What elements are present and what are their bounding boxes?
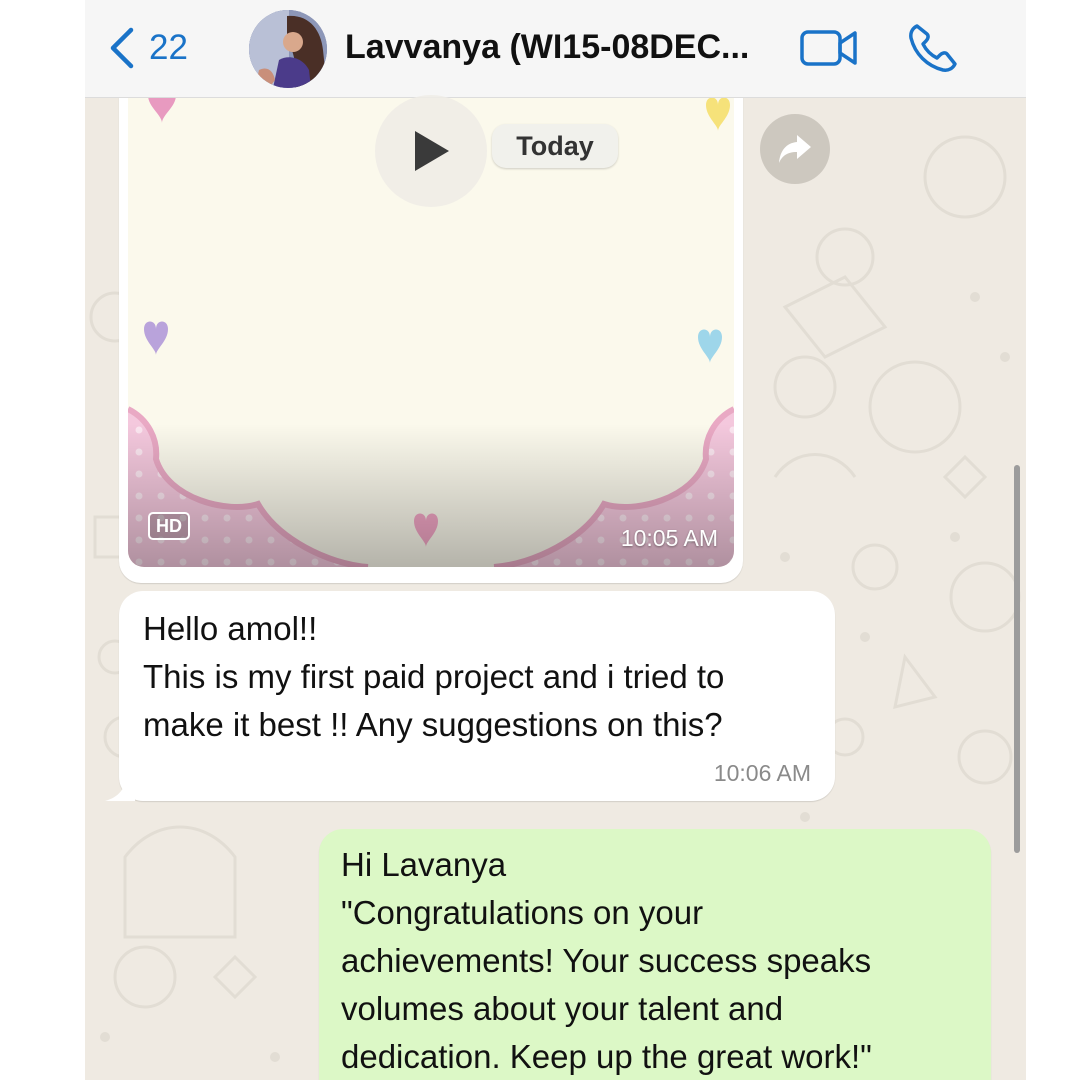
unread-count: 22 xyxy=(149,28,188,67)
contact-name[interactable]: Lavvanya (WI15-08DEC... xyxy=(345,28,749,67)
chat-area[interactable]: HD 10:05 AM Today Hello amol!! This is m… xyxy=(85,89,1026,1080)
forward-button[interactable] xyxy=(760,114,830,184)
play-icon xyxy=(415,131,449,171)
forward-icon xyxy=(779,135,811,163)
media-timestamp: 10:05 AM xyxy=(620,525,718,551)
contact-photo xyxy=(249,10,327,88)
message-text: Hello amol!! This is my first paid proje… xyxy=(143,610,725,743)
scrollbar[interactable] xyxy=(1014,465,1020,853)
bubble-tail xyxy=(105,775,135,801)
incoming-message[interactable]: Hello amol!! This is my first paid proje… xyxy=(105,591,835,801)
chevron-left-icon xyxy=(110,27,134,69)
play-button[interactable] xyxy=(375,95,487,207)
hd-badge: HD xyxy=(148,512,190,540)
outgoing-message[interactable]: Hi Lavanya "Congratulations on your achi… xyxy=(319,829,991,1080)
message-text: Hi Lavanya "Congratulations on your achi… xyxy=(341,846,872,1075)
date-separator: Today xyxy=(492,124,618,168)
back-button[interactable]: 22 xyxy=(107,22,188,74)
chat-header: 22 Lavvanya (WI15-08DEC... xyxy=(85,0,1026,98)
avatar[interactable] xyxy=(249,10,327,88)
phone-icon[interactable] xyxy=(907,22,959,74)
chat-screen: 22 Lavvanya (WI15-08DEC... HD 10:05 AM T… xyxy=(85,0,1026,1080)
video-camera-icon[interactable] xyxy=(799,24,859,72)
message-timestamp: 10:06 AM xyxy=(713,760,811,786)
